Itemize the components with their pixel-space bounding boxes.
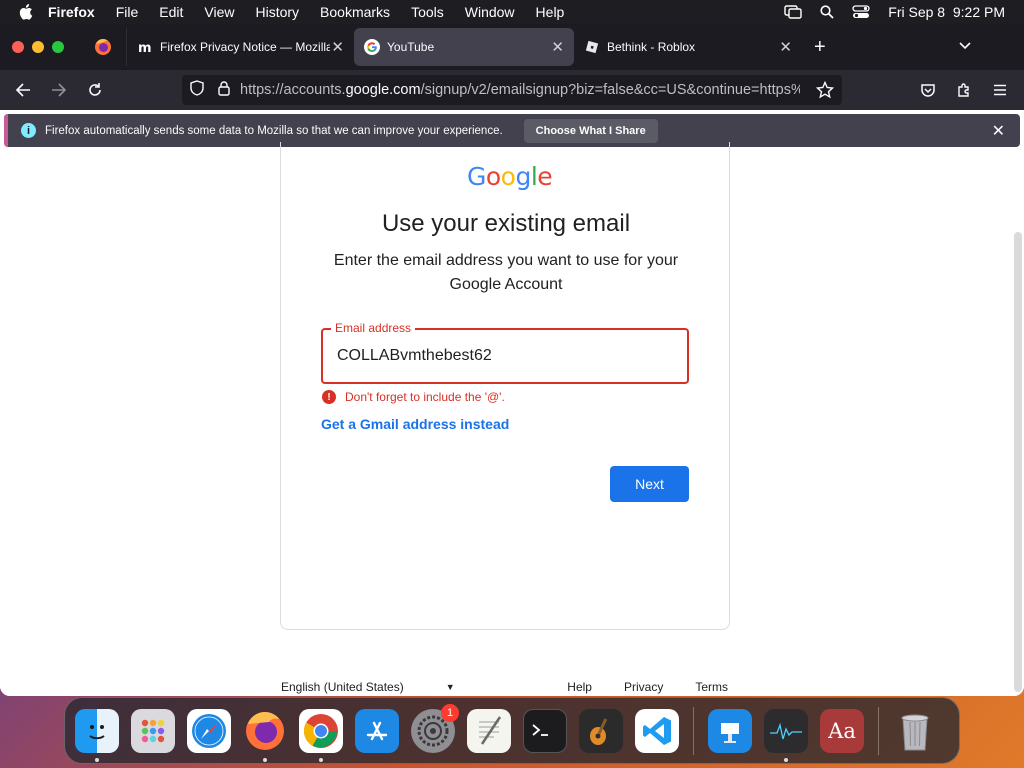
forward-arrow-icon[interactable] (44, 75, 74, 105)
menu-tools[interactable]: Tools (411, 4, 444, 20)
info-icon: i (21, 123, 36, 138)
language-selector[interactable]: English (United States) ▼ (281, 680, 455, 694)
email-field[interactable]: Email address (321, 321, 689, 384)
get-gmail-address-link[interactable]: Get a Gmail address instead (321, 416, 509, 432)
navigation-toolbar: https://accounts.google.com/signup/v2/em… (0, 70, 1024, 110)
dock-separator (693, 706, 694, 755)
error-text: Don't forget to include the '@'. (345, 390, 505, 404)
menu-bookmarks[interactable]: Bookmarks (320, 4, 390, 20)
google-logo: Google (467, 162, 553, 191)
tab-bethink-roblox[interactable]: Bethink - Roblox ✕ (574, 28, 802, 66)
signup-card: Google Use your existing email Enter the… (280, 142, 730, 630)
padlock-icon[interactable] (218, 80, 230, 100)
bookmark-star-icon[interactable] (815, 80, 835, 103)
firefox-icon[interactable] (243, 709, 287, 762)
tab-youtube[interactable]: YouTube ✕ (354, 28, 574, 66)
macos-dock: 1 Aa (64, 697, 960, 764)
back-arrow-icon[interactable] (8, 75, 38, 105)
screen-mirroring-icon[interactable] (784, 5, 802, 19)
tab-firefox-privacy-notice[interactable]: m Firefox Privacy Notice — Mozilla ✕ (126, 28, 354, 66)
menu-history[interactable]: History (255, 4, 299, 20)
hamburger-menu-icon[interactable] (985, 75, 1015, 105)
running-indicator (784, 757, 788, 762)
list-all-tabs-chevron-icon[interactable] (958, 38, 972, 56)
menu-view[interactable]: View (204, 4, 234, 20)
terminal-icon[interactable] (523, 708, 567, 753)
macos-menu-bar: Firefox File Edit View History Bookmarks… (0, 0, 1024, 24)
running-indicator (263, 757, 267, 762)
svg-text:m: m (138, 41, 152, 55)
trash-icon[interactable] (893, 709, 937, 753)
system-settings-icon[interactable]: 1 (411, 703, 459, 753)
tab-bar: m Firefox Privacy Notice — Mozilla ✕ You… (0, 24, 1024, 70)
garageband-icon[interactable] (579, 708, 623, 753)
email-input[interactable] (337, 344, 667, 368)
safari-icon[interactable] (187, 708, 231, 753)
close-tab-icon[interactable]: ✕ (779, 38, 792, 56)
reload-icon[interactable] (80, 75, 110, 105)
notification-message: Firefox automatically sends some data to… (45, 124, 503, 137)
footer-links: Help Privacy Terms (567, 680, 728, 694)
control-center-icon[interactable] (852, 5, 870, 19)
notification-accent-stripe (4, 114, 8, 147)
menu-help[interactable]: Help (536, 4, 565, 20)
page-subtitle: Enter the email address you want to use … (333, 252, 679, 293)
dictionary-icon[interactable]: Aa (820, 708, 864, 753)
terms-link[interactable]: Terms (695, 680, 728, 694)
running-indicator (319, 757, 323, 762)
url-text[interactable]: https://accounts.google.com/signup/v2/em… (240, 82, 800, 98)
launchpad-icon[interactable] (131, 708, 175, 753)
google-favicon-icon (364, 39, 380, 55)
window-controls (12, 41, 64, 53)
keynote-icon[interactable] (708, 708, 752, 753)
help-link[interactable]: Help (567, 680, 592, 694)
address-bar[interactable]: https://accounts.google.com/signup/v2/em… (182, 75, 842, 105)
close-window-button[interactable] (12, 41, 24, 53)
running-indicator (95, 757, 99, 762)
activity-monitor-icon[interactable] (764, 708, 808, 762)
tracking-protection-shield-icon[interactable] (190, 80, 204, 100)
menu-edit[interactable]: Edit (159, 4, 183, 20)
choose-what-i-share-button[interactable]: Choose What I Share (523, 118, 658, 143)
menu-window[interactable]: Window (465, 4, 515, 20)
dropdown-caret-icon: ▼ (445, 682, 455, 692)
vscode-icon[interactable] (635, 708, 679, 753)
dictionary-label: Aa (828, 718, 856, 743)
chrome-icon[interactable] (299, 708, 343, 762)
privacy-link[interactable]: Privacy (624, 680, 663, 694)
next-button[interactable]: Next (610, 466, 689, 502)
spotlight-search-icon[interactable] (820, 5, 834, 19)
dock-separator (878, 706, 879, 755)
menu-file[interactable]: File (116, 4, 139, 20)
language-selector-value: English (United States) (281, 680, 404, 694)
menu-app-firefox[interactable]: Firefox (48, 4, 95, 20)
notification-badge: 1 (441, 703, 459, 722)
firefox-window: m Firefox Privacy Notice — Mozilla ✕ You… (0, 24, 1024, 696)
extensions-puzzle-icon[interactable] (949, 75, 979, 105)
app-store-icon[interactable] (355, 708, 399, 753)
tab-title: YouTube (387, 40, 435, 54)
close-tab-icon[interactable]: ✕ (551, 38, 564, 56)
page-scrollbar[interactable] (1014, 232, 1022, 692)
zoom-window-button[interactable] (52, 41, 64, 53)
mozilla-favicon-icon: m (137, 39, 153, 56)
page-content: Google Use your existing email Enter the… (0, 142, 1024, 696)
firefox-view-icon[interactable] (94, 38, 112, 56)
apple-icon[interactable] (18, 4, 34, 20)
email-field-label: Email address (331, 321, 416, 335)
pocket-icon[interactable] (913, 75, 943, 105)
minimize-window-button[interactable] (32, 41, 44, 53)
roblox-favicon-icon (584, 39, 600, 55)
menubar-clock[interactable]: Fri Sep 8 9:22 PM (888, 4, 1005, 20)
close-tab-icon[interactable]: ✕ (331, 38, 344, 56)
error-icon: ! (322, 390, 336, 404)
textedit-icon[interactable] (467, 708, 511, 753)
new-tab-plus-icon[interactable]: + (814, 36, 826, 59)
page-title: Use your existing email (381, 210, 631, 237)
finder-icon[interactable] (75, 708, 119, 762)
tab-title: Bethink - Roblox (607, 40, 696, 54)
tab-title: Firefox Privacy Notice — Mozilla (160, 40, 330, 54)
close-notification-icon[interactable]: ✕ (992, 121, 1005, 141)
email-error-message: ! Don't forget to include the '@'. (322, 390, 505, 404)
